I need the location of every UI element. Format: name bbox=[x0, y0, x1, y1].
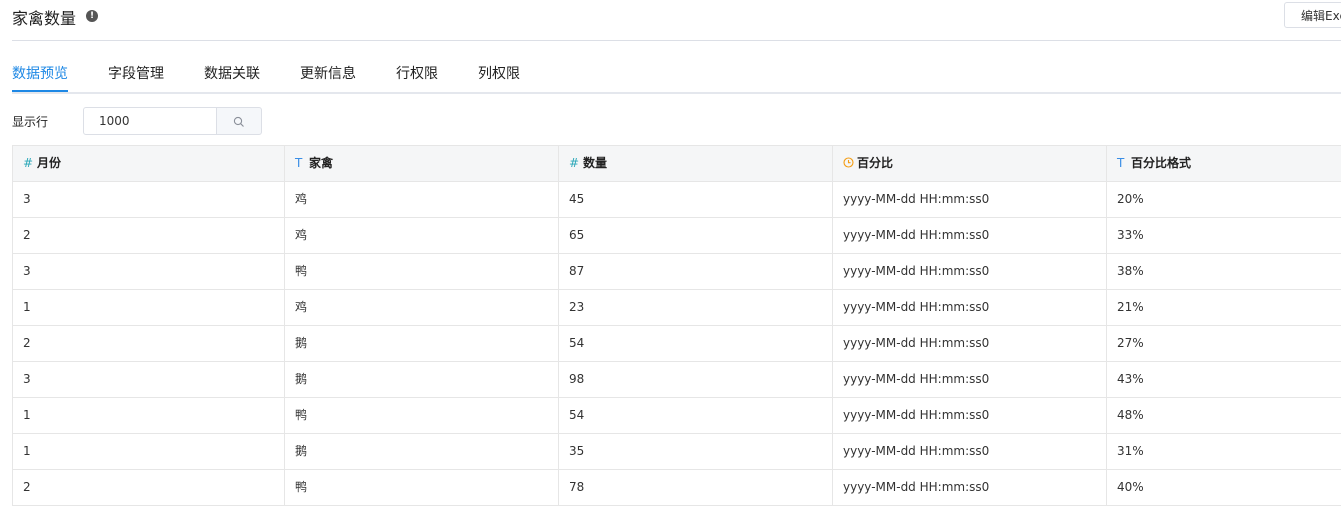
column-header[interactable]: # 月份 bbox=[13, 146, 285, 181]
edit-excel-button[interactable]: 编辑Excel bbox=[1284, 2, 1341, 28]
tab-column-permission[interactable]: 列权限 bbox=[478, 63, 520, 83]
column-header[interactable]: 百分比 bbox=[833, 146, 1107, 181]
column-header[interactable]: T 百分比格式 bbox=[1107, 146, 1341, 181]
table-cell: 3 bbox=[13, 254, 285, 289]
table-cell: 54 bbox=[559, 326, 833, 361]
tab-update-info[interactable]: 更新信息 bbox=[300, 63, 356, 83]
table-cell: 鹅 bbox=[285, 434, 559, 469]
table-row: 3 鸡 45 yyyy-MM-dd HH:mm:ss0 20% bbox=[13, 182, 1341, 218]
table-cell: 鸭 bbox=[285, 254, 559, 289]
table-cell: 鸡 bbox=[285, 182, 559, 217]
table-cell: yyyy-MM-dd HH:mm:ss0 bbox=[833, 182, 1107, 217]
table-cell: 2 bbox=[13, 326, 285, 361]
table-cell: 鸭 bbox=[285, 398, 559, 433]
table-cell: 27% bbox=[1107, 326, 1341, 361]
table-cell: yyyy-MM-dd HH:mm:ss0 bbox=[833, 434, 1107, 469]
table-cell: yyyy-MM-dd HH:mm:ss0 bbox=[833, 218, 1107, 253]
search-icon bbox=[233, 116, 244, 127]
table-cell: 87 bbox=[559, 254, 833, 289]
table-cell: 1 bbox=[13, 398, 285, 433]
table-row: 1 鹅 35 yyyy-MM-dd HH:mm:ss0 31% bbox=[13, 434, 1341, 470]
table-cell: 78 bbox=[559, 470, 833, 505]
table-cell: 54 bbox=[559, 398, 833, 433]
table-cell: 43% bbox=[1107, 362, 1341, 397]
text-type-icon: T bbox=[1117, 156, 1125, 170]
table-cell: 21% bbox=[1107, 290, 1341, 325]
rows-label: 显示行 bbox=[12, 115, 49, 129]
table-header: # 月份 T 家禽 # 数量 百分比 T 百分比格式 bbox=[13, 146, 1341, 182]
table-cell: yyyy-MM-dd HH:mm:ss0 bbox=[833, 470, 1107, 505]
table-cell: 40% bbox=[1107, 470, 1341, 505]
table-cell: 1 bbox=[13, 434, 285, 469]
table-cell: 98 bbox=[559, 362, 833, 397]
column-header[interactable]: # 数量 bbox=[559, 146, 833, 181]
table-row: 3 鹅 98 yyyy-MM-dd HH:mm:ss0 43% bbox=[13, 362, 1341, 398]
table-cell: 鹅 bbox=[285, 362, 559, 397]
table-cell: 鸭 bbox=[285, 470, 559, 505]
table-cell: 3 bbox=[13, 362, 285, 397]
table-cell: 35 bbox=[559, 434, 833, 469]
table-cell: 3 bbox=[13, 182, 285, 217]
table-cell: 2 bbox=[13, 470, 285, 505]
table-cell: 1 bbox=[13, 290, 285, 325]
table-cell: 38% bbox=[1107, 254, 1341, 289]
table-cell: yyyy-MM-dd HH:mm:ss0 bbox=[833, 290, 1107, 325]
rows-input[interactable] bbox=[83, 107, 217, 135]
table-cell: 48% bbox=[1107, 398, 1341, 433]
tab-bar: 数据预览 字段管理 数据关联 更新信息 行权限 列权限 bbox=[12, 52, 1341, 94]
table-row: 1 鸡 23 yyyy-MM-dd HH:mm:ss0 21% bbox=[13, 290, 1341, 326]
table-row: 2 鹅 54 yyyy-MM-dd HH:mm:ss0 27% bbox=[13, 326, 1341, 362]
number-type-icon: # bbox=[23, 156, 34, 170]
table-cell: 鸡 bbox=[285, 218, 559, 253]
table-cell: 33% bbox=[1107, 218, 1341, 253]
text-type-icon: T bbox=[295, 156, 303, 170]
tab-data-preview[interactable]: 数据预览 bbox=[12, 63, 68, 83]
table-cell: yyyy-MM-dd HH:mm:ss0 bbox=[833, 362, 1107, 397]
search-button[interactable] bbox=[216, 107, 262, 135]
page-title: 家禽数量 bbox=[12, 9, 77, 28]
column-header[interactable]: T 家禽 bbox=[285, 146, 559, 181]
number-type-icon: # bbox=[569, 156, 580, 170]
table-row: 2 鸡 65 yyyy-MM-dd HH:mm:ss0 33% bbox=[13, 218, 1341, 254]
info-icon[interactable]: ! bbox=[86, 10, 98, 22]
tab-data-association[interactable]: 数据关联 bbox=[204, 63, 260, 83]
table-cell: 鹅 bbox=[285, 326, 559, 361]
tab-field-management[interactable]: 字段管理 bbox=[108, 63, 164, 83]
table-cell: 65 bbox=[559, 218, 833, 253]
table-cell: 20% bbox=[1107, 182, 1341, 217]
table-row: 1 鸭 54 yyyy-MM-dd HH:mm:ss0 48% bbox=[13, 398, 1341, 434]
data-table: # 月份 T 家禽 # 数量 百分比 T 百分比格式 3 鸡 45 yyyy-MM-dd… bbox=[12, 145, 1341, 506]
table-cell: yyyy-MM-dd HH:mm:ss0 bbox=[833, 326, 1107, 361]
table-row: 3 鸭 87 yyyy-MM-dd HH:mm:ss0 38% bbox=[13, 254, 1341, 290]
table-cell: 鸡 bbox=[285, 290, 559, 325]
table-row: 2 鸭 78 yyyy-MM-dd HH:mm:ss0 40% bbox=[13, 470, 1341, 506]
active-tab-indicator bbox=[12, 90, 68, 92]
table-cell: yyyy-MM-dd HH:mm:ss0 bbox=[833, 254, 1107, 289]
table-cell: 31% bbox=[1107, 434, 1341, 469]
table-cell: 45 bbox=[559, 182, 833, 217]
table-cell: yyyy-MM-dd HH:mm:ss0 bbox=[833, 398, 1107, 433]
table-cell: 23 bbox=[559, 290, 833, 325]
page-header: 家禽数量 ! 编辑Excel bbox=[12, 0, 1341, 41]
table-cell: 2 bbox=[13, 218, 285, 253]
clock-icon bbox=[843, 146, 855, 181]
tab-row-permission[interactable]: 行权限 bbox=[396, 63, 438, 83]
